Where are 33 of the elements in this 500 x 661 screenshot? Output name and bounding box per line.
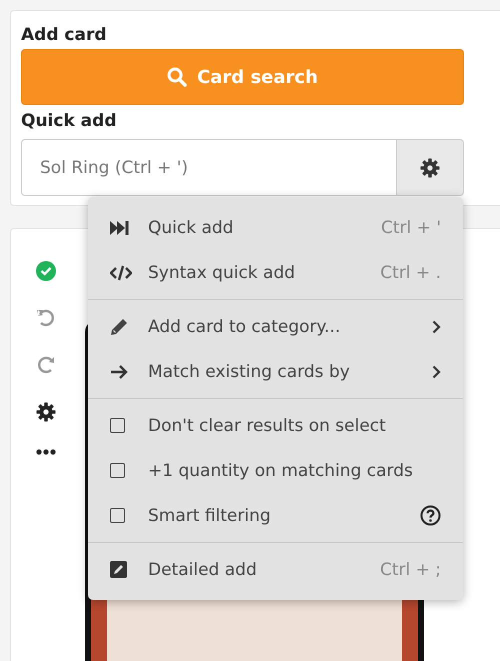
- redo-icon[interactable]: [36, 355, 56, 375]
- help-icon[interactable]: [420, 505, 441, 526]
- checkbox-item[interactable]: Smart filtering: [88, 493, 463, 538]
- menu-item[interactable]: Detailed add Ctrl + ;: [88, 547, 463, 592]
- search-icon: [167, 67, 188, 87]
- shortcut-label: Ctrl + ;: [380, 560, 441, 580]
- shortcut-label: Ctrl + ': [381, 218, 441, 238]
- submenu-item[interactable]: Add card to category...: [88, 304, 463, 349]
- pencil-icon: [110, 318, 128, 336]
- checkbox[interactable]: [110, 418, 125, 433]
- code-icon: [110, 264, 132, 280]
- settings-icon[interactable]: [36, 402, 56, 422]
- checkbox[interactable]: [110, 508, 125, 523]
- section-title: Quick add: [21, 111, 116, 131]
- undo-icon[interactable]: [36, 308, 56, 328]
- menu-item[interactable]: Syntax quick add Ctrl + .: [88, 250, 463, 295]
- checkbox-item[interactable]: Don't clear results on select: [88, 403, 463, 448]
- chevron-right-icon: [432, 364, 441, 378]
- settings-button[interactable]: [397, 139, 464, 196]
- menu-item[interactable]: Quick add Ctrl + ': [88, 205, 463, 250]
- more-icon[interactable]: [36, 449, 56, 455]
- submenu-item[interactable]: Match existing cards by: [88, 349, 463, 394]
- shortcut-label: Ctrl + .: [380, 262, 441, 282]
- quick-add-field[interactable]: Sol Ring (Ctrl + '): [21, 139, 397, 196]
- arrow-icon: [110, 364, 128, 380]
- chevron-right-icon: [432, 320, 441, 334]
- checkbox-item[interactable]: +1 quantity on matching cards: [88, 448, 463, 493]
- checkbox[interactable]: [110, 463, 125, 478]
- check-circle-icon: [36, 261, 56, 281]
- edit-square-icon: [110, 561, 127, 578]
- fast-forward-icon: [110, 220, 130, 234]
- settings-icon[interactable]: [420, 158, 440, 178]
- section-title: Add card: [21, 25, 107, 45]
